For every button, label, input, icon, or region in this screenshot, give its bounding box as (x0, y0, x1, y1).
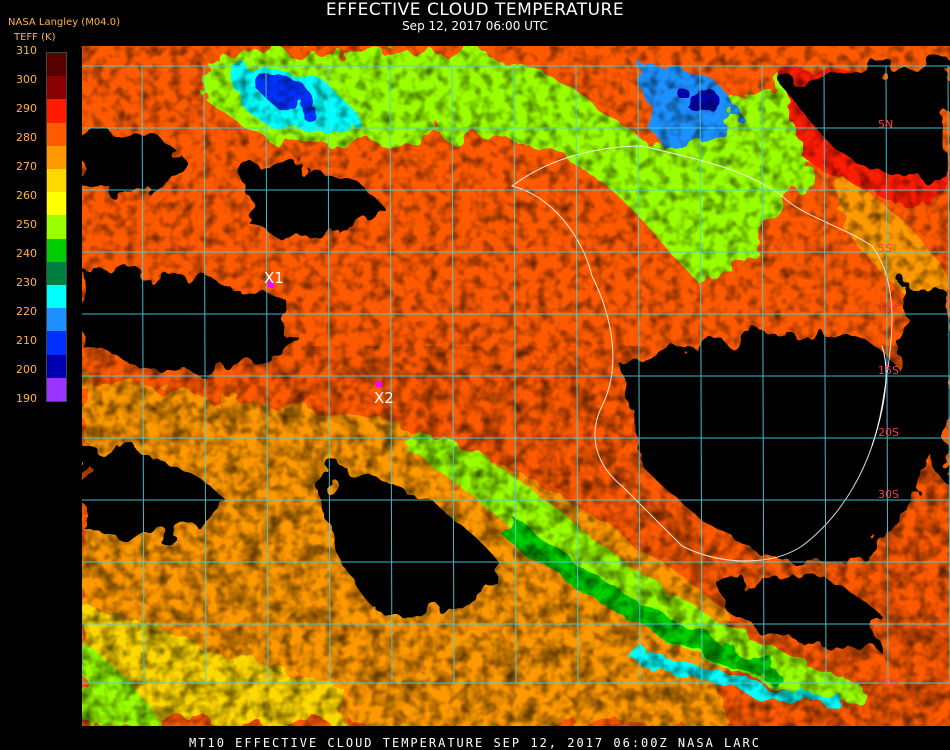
latitude-label: 30S (878, 488, 899, 501)
colorbar-tick-label: 230 (16, 276, 37, 289)
colorbar-tick-label: 190 (16, 392, 37, 405)
colorbar-segment (47, 99, 66, 124)
colorbar-tick-label: 270 (16, 160, 37, 173)
colorbar-tick-label: 220 (16, 305, 37, 318)
colorbar-segment (47, 261, 66, 286)
latitude-label: 40S (878, 676, 899, 689)
latitude-label: 5S (878, 242, 892, 255)
colorbar-segment (47, 53, 66, 77)
colorbar-segment (47, 238, 66, 263)
map-timestamp: Sep 12, 2017 06:00 UTC (402, 19, 548, 33)
colorbar-segment (47, 354, 66, 379)
colorbar-tick-label: 260 (16, 189, 37, 202)
colorbar-tick-label: 250 (16, 218, 37, 231)
colorbar-unit-label: TEFF (K) (14, 32, 56, 43)
latitude-label: 10S (878, 302, 899, 315)
colorbar-segment (47, 285, 66, 309)
cloud-temperature-map: 5N 10S 15S 20S 30S 40S 5S X1 X2 (82, 46, 950, 726)
colorbar-tick-label: 290 (16, 102, 37, 115)
colorbar-segment (47, 377, 66, 402)
colorbar-segment (47, 331, 66, 356)
marker-x1: X1 (264, 269, 284, 288)
colorbar-segment (47, 122, 66, 147)
latitude-label: 15S (878, 364, 899, 377)
colorbar-tick-label: 300 (16, 73, 37, 86)
colorbar-segment (47, 308, 66, 332)
latitude-label: 5N (878, 118, 893, 131)
product-version-label: NASA Langley (M04.0) (8, 17, 120, 28)
colorbar-segment (47, 215, 66, 240)
marker-x2-dot (376, 381, 382, 387)
marker-x1-label: X1 (264, 269, 284, 287)
colorbar-tick-label: 310 (16, 44, 37, 57)
colorbar-tick-label: 210 (16, 334, 37, 347)
colorbar-tick-label: 240 (16, 247, 37, 260)
latitude-label: 20S (878, 426, 899, 439)
colorbar-segment (47, 169, 66, 193)
colorbar-segment (47, 76, 66, 100)
colorbar-segment (47, 145, 66, 170)
colorbar-tick-label: 200 (16, 363, 37, 376)
colorbar-tick-label: 280 (16, 131, 37, 144)
map-footer: MT10 EFFECTIVE CLOUD TEMPERATURE SEP 12,… (189, 736, 761, 750)
map-title: EFFECTIVE CLOUD TEMPERATURE (325, 0, 625, 20)
colorbar-segment (47, 192, 66, 216)
marker-x2-label: X2 (374, 389, 394, 407)
temperature-colorbar (46, 52, 67, 402)
